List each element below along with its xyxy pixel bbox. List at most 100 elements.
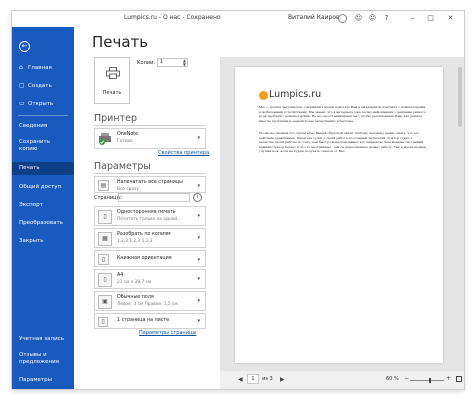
orientation-select[interactable]: ▯ Книжная ориентация ▾ <box>94 250 206 267</box>
sidebar-item-new[interactable]: ▢ Создать <box>12 82 74 90</box>
next-page-icon[interactable]: ▶ <box>280 376 285 383</box>
setting-primary: Односторонняя печать <box>117 210 176 215</box>
page-current: 1 <box>251 376 255 382</box>
settings-heading: Параметры <box>94 161 151 172</box>
margins-select[interactable]: ▣ Обычные поля Левое: 3 см Правое: 1,5 с… <box>94 291 206 311</box>
home-icon: ⌂ <box>19 64 23 71</box>
chevron-down-icon: ▾ <box>197 276 200 282</box>
chevron-down-icon: ▾ <box>197 318 200 324</box>
vertical-scrollbar[interactable] <box>458 67 462 127</box>
zoom-out-icon[interactable]: − <box>404 375 409 382</box>
page-setup-link[interactable]: Параметры страницы <box>139 330 196 336</box>
close-icon[interactable]: ✕ <box>446 14 455 23</box>
setting-primary: A4 <box>117 273 124 278</box>
setting-primary: Разобрать по копиям <box>117 232 171 237</box>
preview-paragraph: Но мы не сможем это сделать без Вашей об… <box>259 131 426 154</box>
divider <box>94 173 206 174</box>
page-title: Печать <box>92 33 149 51</box>
printer-ready-icon <box>98 132 112 146</box>
sidebar-item-label: Сведения <box>19 123 48 129</box>
sidebar-item-label: Преобразовать <box>19 220 63 226</box>
avatar-icon[interactable] <box>338 14 347 23</box>
sidebar-item-label: Отзывы и предложения <box>19 352 59 365</box>
sidebar-item-home[interactable]: ⌂ Главная <box>12 64 74 72</box>
sidebar-item-close[interactable]: Закрыть <box>12 238 74 245</box>
setting-primary: Напечатать все страницы <box>117 180 183 185</box>
info-icon[interactable]: i <box>193 193 202 202</box>
chevron-down-icon: ▾ <box>197 183 200 189</box>
word-window: Lumpics.ru - О нас - Сохранено Виталий К… <box>12 11 464 389</box>
pages-input[interactable] <box>118 193 190 202</box>
setting-secondary: 21 см x 29,7 см <box>117 280 152 285</box>
setting-secondary: Печатать только на одной... <box>117 217 182 222</box>
print-range-select[interactable]: ▤ Напечатать все страницы Все сразу ▾ <box>94 176 206 193</box>
preview-paragraph: Мы — группа энтузиастов, одержимых идеей… <box>259 105 426 123</box>
paper-size-select[interactable]: ▯ A4 21 см x 29,7 см ▾ <box>94 269 206 289</box>
setting-secondary: Левое: 3 см Правое: 1,5 см <box>117 302 178 307</box>
frown-icon[interactable]: ☹ <box>368 14 377 23</box>
collate-select[interactable]: ▦ Разобрать по копиям 1,2,3 1,2,3 1,2,3 … <box>94 228 206 248</box>
backstage-sidebar: ← ⌂ Главная ▢ Создать ▭ Открыть Сведения Со… <box>12 27 74 389</box>
logo-dot-icon <box>259 91 268 100</box>
setting-secondary: Все сразу <box>117 187 139 192</box>
sidebar-item-label: Параметры <box>19 377 52 383</box>
zoom-slider[interactable] <box>410 378 444 383</box>
sidebar-item-print[interactable]: Печать <box>12 162 74 175</box>
sidebar-item-share[interactable]: Общий доступ <box>12 184 74 191</box>
minimize-icon[interactable]: – <box>408 14 417 23</box>
chevron-down-icon: ▾ <box>197 298 200 304</box>
copies-stepper[interactable]: 1 ▲ ▼ <box>157 58 188 67</box>
zoom-level[interactable]: 60 % <box>386 376 399 382</box>
previous-page-icon[interactable]: ◀ <box>238 376 243 383</box>
printer-heading: Принтер <box>94 113 137 124</box>
spinner-arrows-icon[interactable]: ▲ ▼ <box>183 59 186 67</box>
portrait-orientation-icon: ▯ <box>98 254 109 265</box>
smiley-icon[interactable]: ☺ <box>354 14 363 23</box>
copies-label: Копии: <box>137 60 156 66</box>
sidebar-item-label: Учетная запись <box>19 336 64 342</box>
divider <box>94 125 206 126</box>
zoom-slider-thumb[interactable] <box>429 378 432 383</box>
sidebar-item-account[interactable]: Учетная запись <box>12 336 74 343</box>
fit-page-icon[interactable] <box>456 376 462 382</box>
sidebar-item-info[interactable]: Сведения <box>12 123 74 130</box>
pages-per-sheet-select[interactable]: ▯ 1 страница на листе ▾ <box>94 313 206 329</box>
new-document-icon: ▢ <box>19 82 25 89</box>
printer-properties-link[interactable]: Свойства принтера <box>158 150 209 156</box>
pages-icon: ▤ <box>98 180 109 191</box>
sidebar-item-feedback[interactable]: Отзывы и предложения <box>12 352 68 366</box>
margins-icon: ▣ <box>98 295 112 309</box>
zoom-in-icon[interactable]: + <box>446 375 451 382</box>
sidebar-item-transform[interactable]: Преобразовать <box>12 220 74 227</box>
page-count: из 3 <box>262 376 273 382</box>
maximize-icon[interactable]: □ <box>426 14 435 23</box>
sidebar-item-label: Создать <box>28 83 52 89</box>
print-button[interactable]: Печать <box>94 57 130 104</box>
sides-select[interactable]: ▯ Односторонняя печать Печатать только н… <box>94 206 206 226</box>
sidebar-item-options[interactable]: Параметры <box>12 377 74 384</box>
sidebar-item-label: Главная <box>28 65 52 71</box>
chevron-down-icon: ▾ <box>197 135 200 141</box>
sidebar-item-label: Открыть <box>28 101 54 107</box>
sidebar-divider <box>18 115 68 116</box>
sidebar-item-label: Общий доступ <box>19 184 62 190</box>
user-name[interactable]: Виталий Каиров <box>288 14 340 21</box>
sidebar-item-label: Закрыть <box>19 238 44 244</box>
setting-secondary: 1,2,3 1,2,3 1,2,3 <box>117 239 153 244</box>
print-preview-area: Lumpics.ru Мы — группа энтузиастов, одер… <box>220 57 464 383</box>
help-icon[interactable]: ? <box>382 14 391 23</box>
sidebar-item-label: Печать <box>19 165 40 171</box>
one-sided-icon: ▯ <box>98 210 112 224</box>
printer-select[interactable]: OneNote Готово ▾ <box>94 128 206 149</box>
page-number-input[interactable]: 1 <box>247 374 259 384</box>
back-arrow-icon[interactable]: ← <box>19 41 30 52</box>
folder-icon: ▭ <box>19 100 25 107</box>
print-button-label: Печать <box>102 90 122 96</box>
sidebar-item-save-copy[interactable]: Сохранить копию <box>12 139 68 153</box>
sidebar-item-export[interactable]: Экспорт <box>12 202 74 209</box>
printer-icon <box>106 67 120 79</box>
collate-icon: ▦ <box>98 232 112 246</box>
chevron-down-icon: ▾ <box>197 257 200 263</box>
sidebar-item-open[interactable]: ▭ Открыть <box>12 100 74 108</box>
setting-primary: Книжная ориентация <box>117 256 172 261</box>
